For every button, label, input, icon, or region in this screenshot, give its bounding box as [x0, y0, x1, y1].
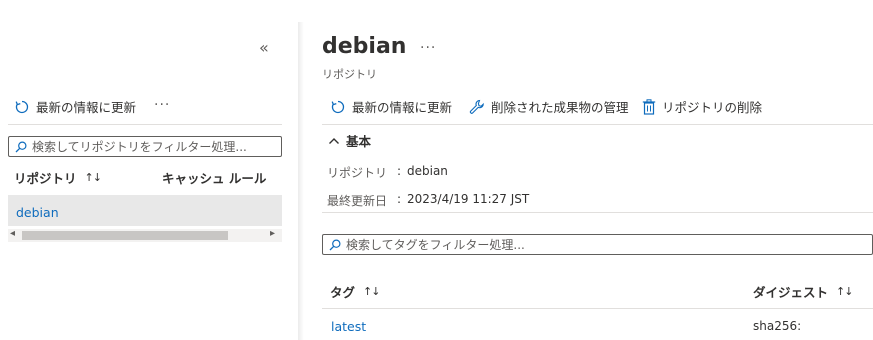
- refresh-icon: [331, 100, 345, 113]
- repository-value: debian: [407, 164, 448, 178]
- repository-link[interactable]: debian: [16, 205, 59, 220]
- scroll-right-icon[interactable]: ▸: [270, 228, 275, 239]
- repository-list-pane: « 最新の情報に更新 ··· 検索してリポジトリをフィルター処理... リポジト…: [0, 0, 300, 340]
- column-header-repository[interactable]: リポジトリ ↑↓: [14, 168, 102, 187]
- search-placeholder: 検索してタグをフィルター処理...: [346, 238, 525, 252]
- horizontal-scrollbar[interactable]: ◂ ▸: [8, 228, 282, 242]
- last-updated-value: 2023/4/19 11:27 JST: [407, 192, 530, 206]
- essentials-header: 基本: [346, 134, 372, 149]
- delete-repository-label: リポジトリの削除: [662, 100, 763, 115]
- collapse-icon[interactable]: «: [259, 38, 269, 57]
- scrollbar-thumb[interactable]: [22, 231, 228, 240]
- separator: :: [397, 192, 402, 206]
- sort-icon: ↑↓: [363, 285, 380, 298]
- list-item[interactable]: debian: [8, 195, 282, 226]
- more-icon[interactable]: ···: [420, 40, 436, 56]
- refresh-button[interactable]: 最新の情報に更新: [14, 97, 136, 116]
- essentials-toggle[interactable]: 基本: [328, 131, 371, 150]
- more-icon[interactable]: ···: [154, 97, 170, 113]
- delete-repository-button[interactable]: リポジトリの削除: [642, 97, 762, 116]
- trash-icon: [642, 98, 656, 115]
- tag-link[interactable]: latest: [331, 319, 366, 334]
- digest-value: sha256:: [753, 319, 802, 333]
- table-row[interactable]: latest sha256:: [322, 309, 873, 340]
- last-updated-label: 最終更新日: [327, 194, 388, 208]
- search-icon: [329, 238, 341, 250]
- divider: [322, 124, 873, 125]
- wrench-icon: [469, 99, 484, 114]
- column-label: タグ: [330, 285, 356, 300]
- column-header-cache-rule[interactable]: キャッシュ ルール: [162, 168, 266, 187]
- search-placeholder: 検索してリポジトリをフィルター処理...: [32, 140, 247, 154]
- manage-deleted-artifacts-button[interactable]: 削除された成果物の管理: [469, 97, 629, 116]
- sort-icon: ↑↓: [84, 171, 102, 184]
- divider: [8, 124, 282, 125]
- refresh-label: 最新の情報に更新: [36, 100, 137, 115]
- column-header-tag[interactable]: タグ ↑↓: [330, 282, 380, 301]
- chevron-up-icon: [329, 137, 339, 144]
- repository-label: リポジトリ: [327, 166, 388, 180]
- page-title: debian: [322, 34, 407, 59]
- column-label: キャッシュ ルール: [162, 171, 267, 186]
- column-header-digest[interactable]: ダイジェスト ↑↓: [753, 282, 853, 301]
- column-label: リポジトリ: [14, 171, 77, 186]
- sort-icon: ↑↓: [836, 285, 853, 298]
- scroll-left-icon[interactable]: ◂: [10, 228, 15, 239]
- repository-search-input[interactable]: 検索してリポジトリをフィルター処理...: [8, 136, 282, 157]
- refresh-label: 最新の情報に更新: [352, 100, 453, 115]
- refresh-icon: [15, 100, 29, 113]
- manage-deleted-label: 削除された成果物の管理: [491, 100, 629, 115]
- page-subtitle: リポジトリ: [322, 68, 377, 81]
- repository-detail-pane: debian ··· リポジトリ 最新の情報に更新 削除された成果物の管理 リポ…: [304, 0, 873, 340]
- tag-search-input[interactable]: 検索してタグをフィルター処理...: [322, 234, 873, 255]
- refresh-button[interactable]: 最新の情報に更新: [330, 97, 452, 116]
- column-label: ダイジェスト: [753, 285, 829, 300]
- separator: :: [397, 164, 402, 178]
- divider: [322, 212, 873, 213]
- search-icon: [15, 140, 27, 152]
